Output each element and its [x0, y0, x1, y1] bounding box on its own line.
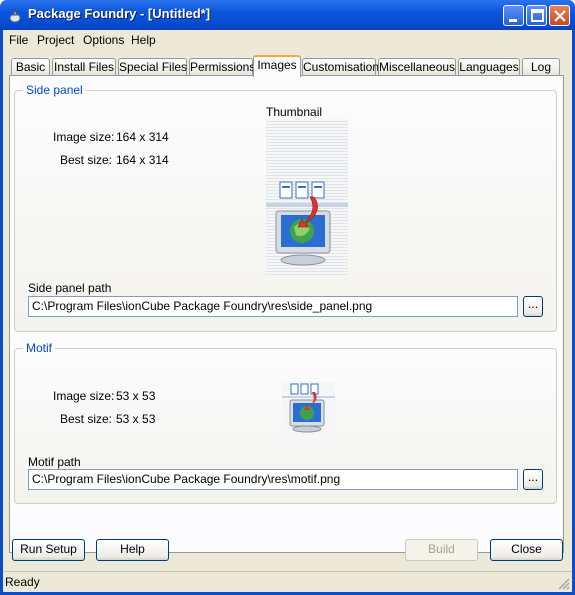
menu-project[interactable]: Project	[37, 33, 74, 47]
tab-strip: Basic Install Files Special Files Permis…	[3, 54, 572, 77]
menu-help[interactable]: Help	[131, 33, 156, 47]
close-window-button[interactable]	[549, 5, 570, 26]
side-panel-group: Side panel Image size: 164 x 314 Best si…	[14, 83, 557, 332]
run-setup-button[interactable]: Run Setup	[12, 539, 85, 561]
side-panel-best-size-value: 164 x 314	[116, 153, 169, 167]
status-bar: Ready	[3, 571, 572, 592]
side-panel-group-label: Side panel	[23, 83, 86, 97]
thumbnail-label: Thumbnail	[266, 105, 323, 119]
side-panel-image-size-value: 164 x 314	[116, 130, 169, 144]
maximize-icon	[531, 9, 544, 22]
images-tab-panel: Side panel Image size: 164 x 314 Best si…	[9, 75, 564, 553]
side-panel-path-label: Side panel path	[28, 281, 112, 295]
motif-browse-button[interactable]: ...	[523, 469, 543, 490]
tab-images[interactable]: Images	[253, 55, 301, 77]
close-button[interactable]: Close	[490, 539, 563, 561]
resize-grip-icon[interactable]	[558, 578, 570, 590]
maximize-button[interactable]	[526, 5, 547, 26]
side-panel-best-size-label: Best size:	[60, 153, 113, 167]
motif-path-input[interactable]: C:\Program Files\ionCube Package Foundry…	[28, 469, 518, 490]
menu-bar: File Project Options Help	[3, 30, 572, 49]
client-area: File Project Options Help Basic Install …	[3, 30, 572, 592]
side-panel-thumbnail-image	[266, 119, 348, 276]
motif-image-size-value: 53 x 53	[116, 389, 156, 403]
package-foundry-app-icon	[9, 7, 21, 23]
status-text: Ready	[5, 575, 40, 589]
motif-best-size-value: 53 x 53	[116, 412, 156, 426]
motif-group: Motif Image size: 53 x 53 Best size: 53 …	[14, 341, 557, 504]
main-window: Package Foundry - [Untitled*] File Proje…	[0, 0, 575, 595]
title-bar[interactable]: Package Foundry - [Untitled*]	[0, 0, 575, 30]
motif-group-label: Motif	[23, 341, 56, 355]
minimize-button[interactable]	[503, 5, 524, 26]
menu-options[interactable]: Options	[83, 33, 124, 47]
side-panel-browse-button[interactable]: ...	[523, 296, 543, 317]
close-icon	[554, 10, 566, 22]
minimize-icon	[509, 19, 517, 22]
help-button[interactable]: Help	[96, 539, 169, 561]
window-title: Package Foundry - [Untitled*]	[28, 6, 211, 21]
motif-thumbnail-image	[282, 382, 335, 435]
side-panel-path-input[interactable]: C:\Program Files\ionCube Package Foundry…	[28, 296, 518, 317]
build-button[interactable]: Build	[405, 539, 478, 561]
motif-path-label: Motif path	[28, 455, 81, 469]
motif-best-size-label: Best size:	[60, 412, 113, 426]
side-panel-image-size-label: Image size:	[53, 130, 115, 144]
motif-image-size-label: Image size:	[53, 389, 115, 403]
menu-file[interactable]: File	[9, 33, 28, 47]
